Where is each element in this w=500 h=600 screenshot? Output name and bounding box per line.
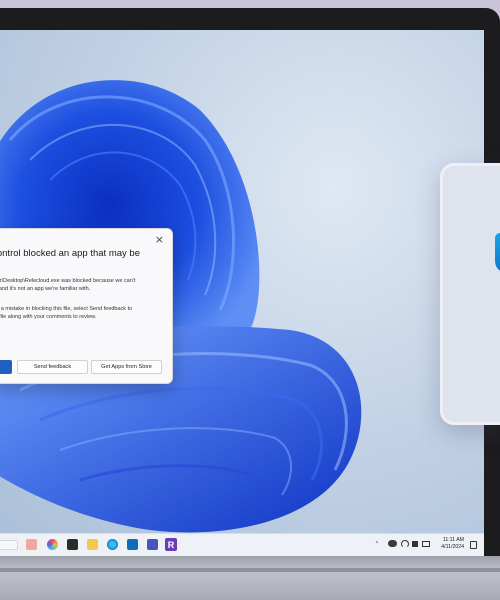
laptop-base	[0, 556, 500, 600]
search-box[interactable]	[0, 540, 18, 550]
taskbar: R ˄ 11:11 AM 4/11/2024	[0, 533, 484, 556]
security-card	[440, 163, 500, 425]
dialog-message: User\Desktop\Relecloud.exe was blocked b…	[0, 277, 168, 293]
copilot-icon[interactable]	[47, 539, 58, 550]
clock[interactable]: 11:11 AM 4/11/2024	[431, 537, 464, 551]
edge-icon[interactable]	[107, 539, 118, 550]
app-control-dialog: × Control blocked an app that may be Use…	[0, 228, 173, 384]
dialog-title: Control blocked an app that may be	[0, 248, 140, 259]
battery-icon[interactable]	[422, 541, 430, 547]
dialog-message-feedback: ade a mistake in blocking this file, sel…	[0, 305, 168, 321]
message-line: the file along with your comments to rev…	[0, 314, 97, 320]
close-icon[interactable]: ×	[155, 233, 164, 246]
desktop-screen: × Control blocked an app that may be Use…	[0, 30, 484, 556]
clock-time: 11:11 AM	[442, 537, 464, 543]
cloud-icon[interactable]	[388, 540, 397, 547]
clock-date: 4/11/2024	[441, 544, 464, 550]
shield-icon	[495, 233, 500, 273]
weather-icon[interactable]	[26, 539, 37, 550]
get-apps-from-store-button[interactable]: Get Apps from Store	[91, 360, 162, 374]
keyboard-edge	[0, 568, 500, 572]
volume-icon[interactable]	[412, 541, 418, 547]
store-icon[interactable]	[127, 539, 138, 550]
primary-button[interactable]	[0, 360, 12, 374]
file-explorer-icon[interactable]	[87, 539, 98, 550]
laptop-bezel: × Control blocked an app that may be Use…	[0, 8, 500, 556]
teams-icon[interactable]	[147, 539, 158, 550]
send-feedback-button[interactable]: Send feedback	[17, 360, 88, 374]
message-line: User\Desktop\Relecloud.exe was blocked b…	[0, 278, 136, 284]
message-line: e it and it's not an app we're familiar …	[0, 286, 91, 292]
task-view-icon[interactable]	[67, 539, 78, 550]
message-line: ade a mistake in blocking this file, sel…	[0, 306, 133, 312]
wifi-icon[interactable]	[401, 540, 409, 548]
relecloud-app-icon[interactable]: R	[165, 538, 177, 551]
tray-chevron-icon[interactable]: ˄	[375, 541, 379, 549]
notifications-icon[interactable]	[470, 541, 477, 549]
dialog-button-row: Send feedback Get Apps from Store	[0, 360, 173, 374]
